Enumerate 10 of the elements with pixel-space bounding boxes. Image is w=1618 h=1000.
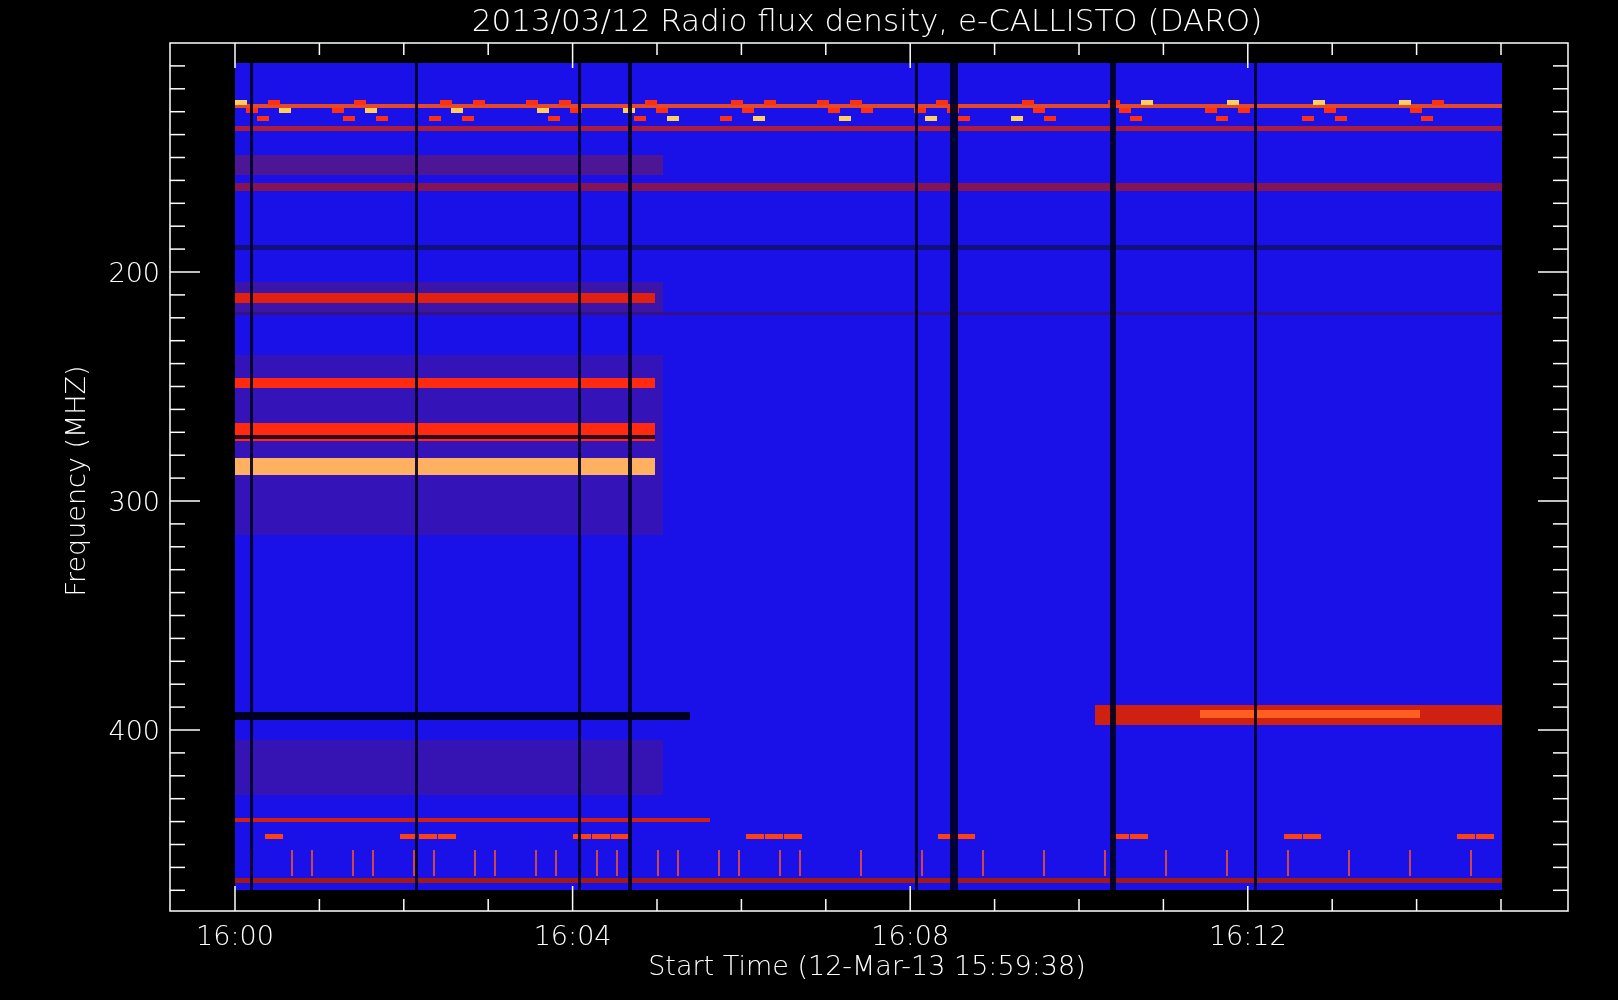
x-tick-label: 16:12 [1208,920,1287,951]
x-tick-label: 16:04 [533,920,612,951]
y-axis-label: Frequency (MHZ) [60,365,91,597]
y-tick-label: 400 [108,715,160,746]
y-tick-label: 200 [108,257,160,288]
x-axis-label: Start Time (12-Mar-13 15:59:38) [648,950,1086,981]
x-tick-label: 16:08 [871,920,950,951]
x-tick-label: 16:00 [196,920,274,951]
plot-title: 2013/03/12 Radio flux density, e-CALLISTO (DARO) [471,2,1263,38]
y-tick-label: 300 [108,486,160,517]
